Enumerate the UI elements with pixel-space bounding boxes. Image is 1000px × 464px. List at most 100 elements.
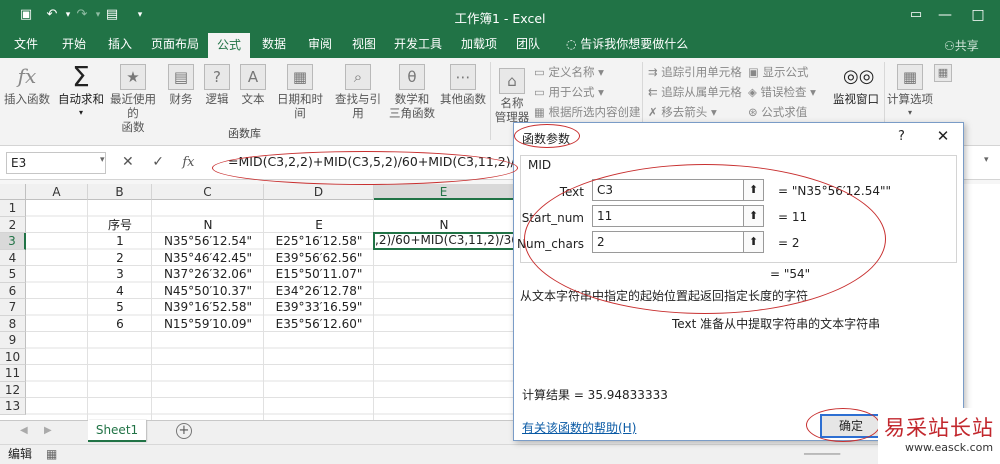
- name-manager-button[interactable]: ⌂ 名称 管理器: [494, 68, 530, 124]
- zoom-slider[interactable]: ─────: [804, 445, 840, 463]
- cell-e2[interactable]: N: [374, 217, 514, 234]
- scroll-left-icon[interactable]: ◀: [20, 425, 28, 436]
- logical-button[interactable]: ? 逻辑: [200, 64, 234, 106]
- add-sheet-icon[interactable]: +: [176, 423, 192, 439]
- help-link[interactable]: 有关该函数的帮助(H): [522, 419, 636, 436]
- evaluate-formula-button[interactable]: ⊛ 公式求值: [748, 104, 807, 120]
- tab-home[interactable]: 开始: [56, 32, 92, 58]
- help-icon[interactable]: ?: [898, 129, 905, 144]
- row-header[interactable]: 11: [0, 365, 26, 382]
- row-header[interactable]: 12: [0, 381, 26, 398]
- cell-c6[interactable]: N45°50′10.37": [152, 283, 264, 300]
- fx-icon[interactable]: fx: [182, 155, 194, 170]
- tell-me-box[interactable]: ◌ 告诉我你想要做什么: [566, 32, 688, 58]
- text-button[interactable]: A 文本: [236, 64, 270, 106]
- function-name: MID: [526, 158, 554, 172]
- row-header[interactable]: 13: [0, 398, 26, 415]
- financial-button[interactable]: ▤ 财务: [164, 64, 198, 106]
- group-label-function-library: 函数库: [228, 127, 261, 140]
- column-header[interactable]: A: [26, 184, 88, 200]
- expand-formula-icon[interactable]: ▾: [984, 155, 989, 165]
- math-trig-button[interactable]: θ 数学和 三角函数: [388, 64, 436, 120]
- row-header[interactable]: 9: [0, 332, 26, 349]
- sheet-tab-sheet1[interactable]: Sheet1: [88, 420, 146, 442]
- name-box[interactable]: E3: [6, 152, 106, 174]
- lookup-button[interactable]: ⌕ 查找与引用: [330, 64, 386, 120]
- tab-team[interactable]: 团队: [510, 32, 546, 58]
- autosum-button[interactable]: Σ 自动求和 ▾: [56, 60, 106, 120]
- trace-dependents-button[interactable]: ⇇ 追踪从属单元格: [648, 84, 742, 100]
- row-header[interactable]: 7: [0, 299, 26, 316]
- remove-arrows-button[interactable]: ✗ 移去箭头 ▾: [648, 104, 717, 120]
- row-header[interactable]: 10: [0, 348, 26, 365]
- cell-b3[interactable]: 1: [88, 233, 152, 250]
- maximize-icon[interactable]: □: [966, 4, 990, 26]
- share-button[interactable]: ⚇共享: [944, 37, 979, 54]
- cell-d7[interactable]: E39°33′16.59": [264, 299, 374, 316]
- tab-file[interactable]: 文件: [8, 32, 44, 58]
- column-header[interactable]: D: [264, 184, 374, 200]
- use-in-formula-button[interactable]: ▭ 用于公式 ▾: [534, 84, 604, 100]
- cell-c4[interactable]: N35°46′42.45": [152, 250, 264, 267]
- cell-e3-active[interactable]: ,2)/60+MID(C3,11,2)/3600: [373, 232, 515, 250]
- column-header[interactable]: B: [88, 184, 152, 200]
- arrow-icon: ⇇: [648, 85, 662, 99]
- cell-c3[interactable]: N35°56′12.54": [152, 233, 264, 250]
- cell-c8[interactable]: N15°59′10.09": [152, 316, 264, 333]
- cell-b5[interactable]: 3: [88, 266, 152, 283]
- tab-developer[interactable]: 开发工具: [390, 32, 446, 58]
- tab-review[interactable]: 审阅: [302, 32, 338, 58]
- calc-now-button[interactable]: ▦: [932, 64, 954, 84]
- error-checking-button[interactable]: ◈ 错误检查 ▾: [748, 84, 816, 100]
- watch-window-button[interactable]: ◎◎ 监视窗口: [828, 64, 884, 106]
- calc-options-button[interactable]: ▦ 计算选项 ▾: [886, 64, 934, 120]
- tab-addins[interactable]: 加载项: [456, 32, 502, 58]
- row-header[interactable]: 2: [0, 216, 26, 233]
- cell-d5[interactable]: E15°50′11.07": [264, 266, 374, 283]
- insert-function-button[interactable]: fx 插入函数: [4, 64, 50, 106]
- tab-insert[interactable]: 插入: [102, 32, 138, 58]
- show-formulas-button[interactable]: ▣ 显示公式: [748, 64, 809, 80]
- tab-page-layout[interactable]: 页面布局: [146, 32, 204, 58]
- tab-view[interactable]: 视图: [346, 32, 382, 58]
- row-header[interactable]: 6: [0, 282, 26, 299]
- cell-b6[interactable]: 4: [88, 283, 152, 300]
- cell-b7[interactable]: 5: [88, 299, 152, 316]
- scroll-right-icon[interactable]: ▶: [44, 425, 52, 436]
- row-header[interactable]: 5: [0, 266, 26, 283]
- more-functions-button[interactable]: ⋯ 其他函数: [438, 64, 488, 106]
- cell-d2[interactable]: E: [264, 217, 374, 234]
- recent-functions-button[interactable]: ★ 最近使用的 函数: [106, 64, 160, 134]
- define-name-button[interactable]: ▭ 定义名称 ▾: [534, 64, 604, 80]
- ribbon-display-icon[interactable]: ▭: [904, 4, 928, 26]
- cell-d3[interactable]: E25°16′12.58": [264, 233, 374, 250]
- cell-b4[interactable]: 2: [88, 250, 152, 267]
- row-header[interactable]: 4: [0, 249, 26, 266]
- cell-d4[interactable]: E39°56′62.56": [264, 250, 374, 267]
- cell-c2[interactable]: N: [152, 217, 264, 234]
- cell-c7[interactable]: N39°16′52.58": [152, 299, 264, 316]
- macro-record-icon[interactable]: ▦: [46, 445, 57, 463]
- datetime-button[interactable]: ▦ 日期和时间: [272, 64, 328, 120]
- cancel-icon[interactable]: ✕: [122, 154, 134, 170]
- column-header[interactable]: E: [374, 184, 514, 200]
- cell-c5[interactable]: N37°26′32.06": [152, 266, 264, 283]
- tab-formulas[interactable]: 公式: [208, 32, 250, 58]
- select-all-corner[interactable]: [0, 184, 26, 200]
- cell-d6[interactable]: E34°26′12.78": [264, 283, 374, 300]
- cell-b8[interactable]: 6: [88, 316, 152, 333]
- cell-b2[interactable]: 序号: [88, 217, 152, 234]
- row-header[interactable]: 8: [0, 315, 26, 332]
- create-from-selection-button[interactable]: ▦ 根据所选内容创建: [534, 104, 641, 120]
- cell-d8[interactable]: E35°56′12.60": [264, 316, 374, 333]
- trace-precedents-button[interactable]: ⇉ 追踪引用单元格: [648, 64, 742, 80]
- column-header[interactable]: C: [152, 184, 264, 200]
- row-header[interactable]: 1: [0, 200, 26, 217]
- chevron-down-icon[interactable]: ▾: [100, 155, 105, 165]
- tab-data[interactable]: 数据: [256, 32, 292, 58]
- sigma-icon: Σ: [72, 60, 90, 93]
- row-header[interactable]: 3: [0, 233, 26, 250]
- minimize-icon[interactable]: —: [933, 4, 957, 26]
- close-icon[interactable]: ✕: [932, 125, 954, 147]
- enter-icon[interactable]: ✓: [152, 154, 164, 170]
